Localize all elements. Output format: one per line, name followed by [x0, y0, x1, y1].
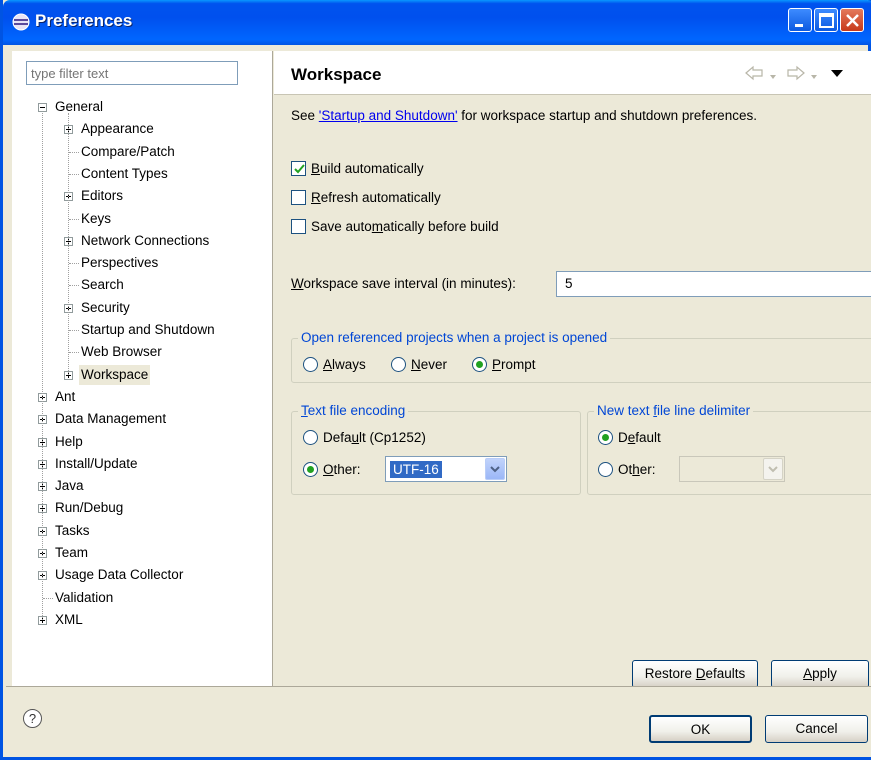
encoding-combo[interactable]: UTF-16 — [385, 456, 507, 482]
tree-connector — [69, 285, 79, 287]
help-icon[interactable]: ? — [23, 709, 42, 728]
tree-connector — [69, 151, 79, 153]
description-text-suffix: for workspace startup and shutdown prefe… — [457, 108, 757, 123]
tree-item-label: Security — [81, 299, 130, 315]
tree-item-label: Perspectives — [81, 255, 159, 271]
workspace-page: Workspace See 'Startup and Shutdown' for… — [274, 51, 871, 688]
checkbox-box[interactable] — [291, 219, 306, 234]
chevron-down-icon[interactable] — [763, 458, 783, 480]
tree-item-label: Usage Data Collector — [55, 567, 184, 583]
tree-item-label: Content Types — [81, 165, 168, 181]
build-automatically-label: Build automatically — [311, 161, 424, 176]
tree-item-label: Startup and Shutdown — [81, 322, 215, 337]
chevron-down-icon[interactable] — [485, 458, 505, 480]
tree-item-label: Compare/Patch — [81, 143, 175, 159]
open-projects-title: Open referenced projects when a project … — [298, 330, 611, 345]
minimize-button[interactable] — [788, 8, 812, 32]
preferences-window: Preferences General Appearance Compare/Pat… — [0, 0, 871, 760]
tree-item-label: Data Management — [55, 411, 167, 427]
dialog-button-bar: ? OK Cancel — [6, 686, 871, 757]
radio-circle[interactable] — [472, 357, 487, 372]
tree-item-label: General — [55, 99, 104, 114]
maximize-button[interactable] — [814, 8, 838, 32]
refresh-automatically-label: Refresh automatically — [311, 190, 441, 205]
tree-connector — [69, 330, 79, 331]
page-header: Workspace — [274, 51, 871, 95]
tree-item-label: Help — [55, 433, 83, 449]
tree-item-label: Java — [55, 478, 84, 494]
cancel-button[interactable]: Cancel — [765, 715, 868, 743]
tree-connector — [69, 218, 79, 220]
open-projects-group: Open referenced projects when a project … — [291, 330, 871, 383]
encoding-value: UTF-16 — [390, 461, 442, 478]
radio-circle[interactable] — [598, 430, 613, 445]
delimiter-combo[interactable] — [679, 456, 785, 482]
tree-item-label: Workspace — [79, 364, 151, 385]
back-dropdown-icon[interactable] — [769, 69, 777, 84]
tree-item-label: Validation — [55, 589, 114, 605]
tree-item-label: Search — [81, 277, 124, 293]
startup-shutdown-link[interactable]: 'Startup and Shutdown' — [319, 108, 458, 123]
forward-dropdown-icon[interactable] — [810, 69, 818, 84]
view-menu-icon[interactable] — [830, 67, 844, 82]
tree-connector — [68, 113, 69, 375]
text-encoding-group: Text file encoding Default (Cp1252) Othe… — [291, 403, 581, 495]
tree-item-label: Ant — [55, 388, 76, 404]
window-title: Preferences — [35, 11, 133, 30]
ok-button[interactable]: OK — [649, 715, 752, 743]
preferences-icon — [12, 13, 30, 31]
tree-connector — [69, 263, 79, 265]
radio-circle[interactable] — [391, 357, 406, 372]
tree-connector — [69, 173, 79, 175]
tree-item-label: Appearance — [81, 121, 154, 137]
tree-item-label: Editors — [81, 188, 124, 204]
radio-circle[interactable] — [303, 357, 318, 372]
save-interval-input[interactable]: 5 — [556, 271, 871, 297]
tree-item-label: Tasks — [55, 522, 90, 538]
filter-input[interactable] — [26, 61, 238, 85]
checkbox-box[interactable] — [291, 161, 306, 176]
tree-item-label: Team — [55, 545, 89, 560]
close-button[interactable] — [840, 8, 864, 32]
radio-circle[interactable] — [598, 462, 613, 477]
radio-circle[interactable] — [303, 462, 318, 477]
restore-defaults-button[interactable]: Restore Defaults — [632, 660, 758, 688]
tree-connector — [42, 113, 43, 620]
tree-connector — [69, 352, 79, 354]
checkbox-box[interactable] — [291, 190, 306, 205]
line-delimiter-group: New text file line delimiter Default Oth… — [587, 403, 871, 495]
collapse-icon[interactable] — [38, 103, 47, 112]
save-before-build-label: Save automatically before build — [311, 219, 499, 234]
tree-item-label: XML — [55, 611, 83, 627]
page-navigation — [724, 65, 864, 83]
preference-tree-pane: General Appearance Compare/Patch Content Ty… — [12, 51, 273, 686]
tree-item-label: Keys — [81, 210, 112, 226]
text-encoding-title: Text file encoding — [298, 403, 409, 418]
description-text: See — [291, 108, 319, 123]
tree-connector — [43, 597, 53, 599]
page-title: Workspace — [291, 65, 382, 84]
forward-arrow-icon[interactable] — [784, 65, 806, 84]
title-bar[interactable]: Preferences — [3, 0, 871, 45]
radio-circle[interactable] — [303, 430, 318, 445]
page-description: See 'Startup and Shutdown' for workspace… — [291, 108, 757, 123]
apply-button[interactable]: Apply — [771, 660, 869, 688]
save-interval-label: Workspace save interval (in minutes): — [291, 276, 516, 291]
tree-item-label: Web Browser — [81, 344, 162, 360]
line-delimiter-title: New text file line delimiter — [594, 403, 754, 418]
back-arrow-icon[interactable] — [744, 65, 766, 84]
tree-item-label: Run/Debug — [55, 500, 124, 516]
tree-item-label: Install/Update — [55, 455, 138, 471]
tree-item-label: Network Connections — [81, 232, 210, 248]
